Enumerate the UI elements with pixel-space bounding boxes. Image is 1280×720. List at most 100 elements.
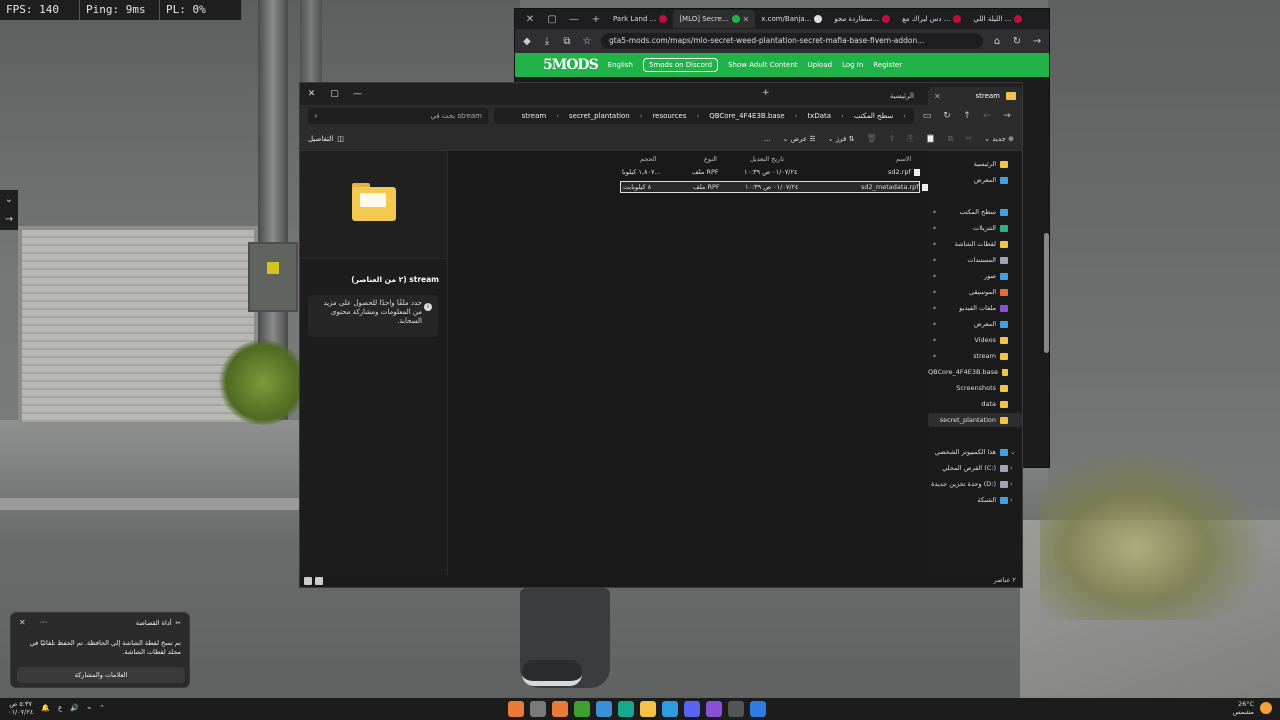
taskbar-app-icon[interactable] [552,701,568,717]
breadcrumb-item[interactable]: resources [652,112,686,120]
chevron-up-icon[interactable]: ⌃ [99,704,105,712]
minimize-icon[interactable]: — [563,14,585,25]
details-pane-button[interactable]: التفاصيل ◫ [308,135,344,143]
copy-icon[interactable]: ⧉ [948,134,954,144]
notification-bell-icon[interactable]: 🔔 [41,704,50,712]
column-modified[interactable]: تاريخ التعديل [750,155,784,167]
breadcrumb-item[interactable]: txData [807,112,831,120]
search-input[interactable]: ⌕ بحث في stream [308,108,488,124]
taskbar-app-icon[interactable] [640,701,656,717]
paste-icon[interactable]: 📋 [926,134,936,143]
close-tab-icon[interactable]: ✕ [743,15,750,24]
taskbar-app-icon[interactable] [618,701,634,717]
up-arrow-icon[interactable]: ↑ [960,111,974,121]
scrollbar[interactable] [1044,233,1049,353]
sidebar-item[interactable]: ✦ سطح المكتب [928,205,1022,219]
browser-tab-active[interactable]: [MLO] Secre... ✕ [673,10,756,28]
site-logo[interactable]: 5MODS [543,57,599,73]
refresh-icon[interactable]: ↻ [940,111,954,121]
sidebar-item[interactable]: data [928,397,1022,411]
taskbar-app-icon[interactable] [662,701,678,717]
tab-home[interactable]: الرئيسية [840,87,920,105]
input-language[interactable]: ع [58,704,62,712]
url-field[interactable]: gta5-mods.com/maps/mlo-secret-weed-plant… [601,33,983,49]
speaker-icon[interactable]: 🔊 [70,704,79,712]
sidebar-item[interactable]: ✦ لقطات الشاشة [928,237,1022,251]
maximize-icon[interactable]: ▢ [541,14,563,25]
chevron-icon[interactable]: › [1010,496,1013,504]
extension-icon[interactable]: ◆ [521,36,533,47]
sidebar-item[interactable]: ✦ صور [928,269,1022,283]
rename-icon[interactable]: ⎘ [907,134,913,144]
breadcrumb-item[interactable]: secret_plantation [569,112,630,120]
sidebar-item[interactable]: ✦ الموسيقى [928,285,1022,299]
sidebar-item[interactable]: ✦ التنزيلات [928,221,1022,235]
minimize-icon[interactable]: — [346,89,369,99]
column-name[interactable]: الاسم [896,155,911,167]
back-icon[interactable]: → [1000,111,1014,121]
chevron-down-icon[interactable]: ⌄ [0,190,18,210]
details-view-icon[interactable] [315,577,323,585]
taskbar-app-icon[interactable] [574,701,590,717]
sidebar-item[interactable]: Screenshots [928,381,1022,395]
close-icon[interactable]: ✕ [300,89,323,99]
more-options-icon[interactable]: ··· [40,618,48,627]
breadcrumb[interactable]: stream ‹ secret_plantation ‹ resources ‹ QB… [494,108,914,124]
reload-icon[interactable]: ↻ [1011,36,1023,47]
sidebar-item[interactable]: الرئيسية [928,157,1022,171]
share-icon[interactable]: ⇪ [889,134,896,143]
breadcrumb-item[interactable]: QBCore_4F4E3B.base [709,112,784,120]
breadcrumb-item[interactable]: سطح المكتب [854,112,893,120]
sidebar-item[interactable]: QBCore_4F4E3B.base [928,365,1022,379]
language-select[interactable]: English [608,61,633,69]
forward-icon[interactable]: → [1031,36,1043,47]
monitor-icon[interactable]: ▭ [920,111,934,121]
browser-tab[interactable]: x.com/Banja... [755,10,828,28]
taskbar-app-icon[interactable] [684,701,700,717]
browser-tab[interactable]: الليلة اللي ... [967,10,1028,28]
discord-button[interactable]: 5mods on Discord [642,58,719,72]
taskbar-app-icon[interactable] [596,701,612,717]
browser-tab[interactable]: سطاردة مجو... [828,10,896,28]
maximize-icon[interactable]: ▢ [323,89,346,99]
close-icon[interactable]: ✕ [519,14,541,25]
taskbar-app-icon[interactable] [530,701,546,717]
sidebar-item[interactable]: secret_plantation [928,413,1022,427]
adult-content-toggle[interactable]: Show Adult Content [728,61,797,69]
sidebar-item[interactable]: ✦ المعرض [928,317,1022,331]
more-options-button[interactable]: ... [764,135,771,143]
register-link[interactable]: Register [873,61,902,69]
chevron-icon[interactable]: › [1010,464,1013,472]
taskbar-app-icon[interactable] [508,701,524,717]
new-tab-icon[interactable]: + [762,88,770,98]
browser-tab[interactable]: دس ليراك مع ... [896,10,967,28]
star-icon[interactable]: ☆ [581,36,593,47]
copy-icon[interactable]: ⧉ [561,36,573,47]
browser-tab[interactable]: Park Land ... [607,10,673,28]
large-icons-view-icon[interactable] [304,577,312,585]
taskbar-app-icon[interactable] [728,701,744,717]
home-icon[interactable]: ⌂ [991,36,1003,47]
network-icon[interactable]: ⌁ [87,704,91,712]
forward-icon[interactable]: ← [980,111,994,121]
taskbar-app-icon[interactable] [750,701,766,717]
column-size[interactable]: الحجم [640,155,657,167]
new-button[interactable]: ⌄ جديد ⊕ [984,135,1014,143]
column-type[interactable]: النوع [704,155,717,167]
file-row[interactable]: ١,٨٠٧ كيلوبا... ملف RPF ٠١/٠٧/٢٤ ص ١٠:٣٩… [620,167,920,179]
sidebar-item[interactable]: ✦ stream [928,349,1022,363]
sidebar-item[interactable]: ✦ Videos [928,333,1022,347]
breadcrumb-item[interactable]: stream [522,112,547,120]
download-icon[interactable]: ⤓ [541,36,553,47]
file-row-selected[interactable]: ٨ كيلوبايت ملف RPF ٠١/٠٧/٢٤ ص ١٠:٣٩ sd2_… [620,181,928,193]
clock[interactable]: ٥:٣٧ ص ٠١/٠٧/٢٤ [8,700,33,716]
arrow-right-icon[interactable]: → [0,210,18,230]
sidebar-item[interactable]: › القرص المحلي (C:) [928,461,1022,475]
close-icon[interactable]: ✕ [19,618,26,627]
sidebar-item[interactable]: ✦ المستندات [928,253,1022,267]
chevron-icon[interactable]: ⌄ [1010,448,1016,456]
sidebar-item[interactable]: › وحدة تخزين جديدة (D:) [928,477,1022,491]
sort-button[interactable]: ⌄ فرز ⇅ [828,135,855,143]
sidebar-item[interactable]: ⌄ هذا الكمبيوتر الشخصي [928,445,1022,459]
delete-icon[interactable]: 🗑 [867,134,877,143]
